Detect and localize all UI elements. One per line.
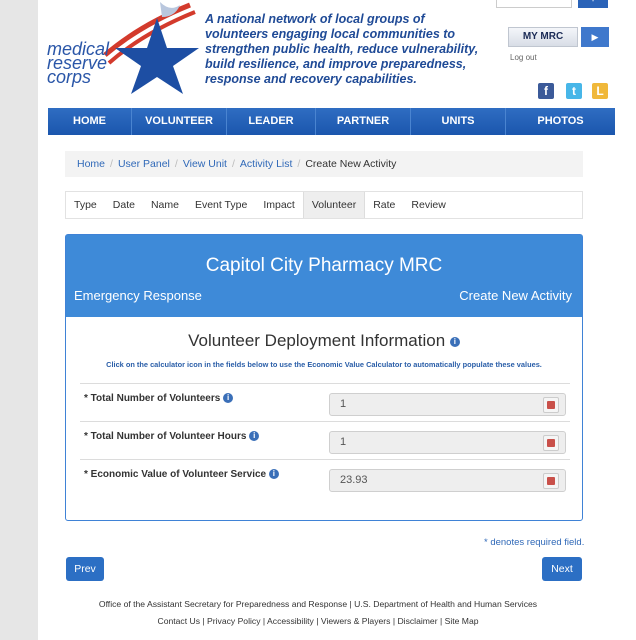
play-arrow-icon: ▶ (591, 32, 599, 42)
total-volunteers-input[interactable]: 1 (329, 393, 566, 416)
main-nav: HOME VOLUNTEER LEADER PARTNER UNITS PHOT… (48, 108, 615, 135)
breadcrumb-separator: / (174, 158, 178, 170)
info-icon[interactable]: i (223, 393, 234, 404)
prev-button[interactable]: Prev (66, 557, 104, 581)
breadcrumb-separator: / (110, 158, 113, 170)
search-icon: ⚲ (589, 0, 596, 3)
tab-volunteer[interactable]: Volunteer (302, 192, 366, 218)
calculator-icon[interactable] (543, 473, 559, 489)
breadcrumb-separator: / (231, 158, 235, 170)
nav-home[interactable]: HOME (48, 108, 132, 135)
section-title: Volunteer Deployment Information i (66, 331, 582, 351)
unit-title: Capitol City Pharmacy MRC (205, 255, 443, 276)
nav-photos[interactable]: PHOTOS (506, 108, 615, 135)
info-icon[interactable]: i (268, 469, 279, 480)
field-row-economic-value: * Economic Value of Volunteer Service i … (80, 459, 570, 499)
twitter-icon[interactable]: t (566, 83, 582, 99)
breadcrumb-activity-list[interactable]: Activity List (240, 158, 293, 170)
next-button[interactable]: Next (542, 557, 582, 581)
footer-link-privacy[interactable]: Privacy Policy (207, 616, 260, 626)
wizard-tabs: Type Date Name Event Type Impact Volunte… (65, 191, 583, 219)
calculator-icon[interactable] (543, 435, 559, 451)
economic-value-input[interactable]: 23.93 (329, 469, 566, 492)
activity-panel: Capitol City Pharmacy MRC Emergency Resp… (65, 234, 583, 521)
field-label: * Economic Value of Volunteer Service i (84, 469, 279, 480)
field-label: * Total Number of Volunteers i (84, 393, 234, 404)
breadcrumb-current: Create New Activity (305, 158, 397, 170)
footer-links: Contact Us | Privacy Policy | Accessibil… (157, 616, 479, 626)
breadcrumb-separator: / (297, 158, 301, 170)
section-instructions: Click on the calculator icon in the fiel… (106, 360, 542, 369)
field-value: 23.93 (340, 474, 368, 486)
tab-rate[interactable]: Rate (365, 192, 403, 218)
required-field-note: * denotes required field. (484, 537, 585, 548)
nav-units[interactable]: UNITS (411, 108, 506, 135)
field-label: * Total Number of Volunteer Hours i (84, 431, 260, 442)
activity-type-label: Emergency Response (74, 288, 202, 303)
footer-link-accessibility[interactable]: Accessibility (267, 616, 314, 626)
logout-link[interactable]: Log out (510, 53, 537, 62)
page-action-label: Create New Activity (459, 288, 572, 303)
field-label-text: * Total Number of Volunteer Hours (84, 431, 247, 442)
breadcrumb-home[interactable]: Home (77, 158, 105, 170)
tab-event-type[interactable]: Event Type (187, 192, 255, 218)
field-label-text: * Economic Value of Volunteer Service (84, 469, 267, 480)
tab-name[interactable]: Name (143, 192, 187, 218)
info-icon[interactable]: i (249, 431, 260, 442)
field-label-text: * Total Number of Volunteers (84, 393, 221, 404)
footer-agency-line: Office of the Assistant Secretary for Pr… (98, 599, 538, 609)
linkedin-icon[interactable]: L (592, 83, 608, 99)
breadcrumb-view-unit[interactable]: View Unit (183, 158, 227, 170)
nav-leader[interactable]: LEADER (227, 108, 316, 135)
field-row-hours: * Total Number of Volunteer Hours i 1 (80, 421, 570, 461)
facebook-icon[interactable]: f (538, 83, 554, 99)
footer-link-disclaimer[interactable]: Disclaimer (397, 616, 437, 626)
info-icon[interactable]: i (449, 336, 460, 347)
footer-link-viewers[interactable]: Viewers & Players (321, 616, 391, 626)
search-input[interactable]: Search (496, 0, 572, 8)
field-value: 1 (340, 436, 347, 448)
field-value: 1 (340, 398, 347, 410)
panel-header: Capitol City Pharmacy MRC Emergency Resp… (66, 235, 582, 317)
section-title-text: Volunteer Deployment Information (188, 331, 446, 350)
mrc-star-logo-icon (103, 2, 199, 94)
tab-date[interactable]: Date (105, 192, 143, 218)
tab-review[interactable]: Review (403, 192, 453, 218)
nav-partner[interactable]: PARTNER (316, 108, 411, 135)
nav-volunteer[interactable]: VOLUNTEER (132, 108, 227, 135)
my-mrc-arrow-button[interactable]: ▶ (581, 27, 609, 47)
footer-link-contact[interactable]: Contact Us (157, 616, 200, 626)
site-header: medical reserve corps A national network… (0, 0, 636, 105)
search-button[interactable]: ⚲ (578, 0, 608, 8)
total-hours-input[interactable]: 1 (329, 431, 566, 454)
breadcrumb-user-panel[interactable]: User Panel (118, 158, 170, 170)
logo-text[interactable]: medical reserve corps (47, 40, 109, 86)
footer-link-sitemap[interactable]: Site Map (445, 616, 479, 626)
tab-type[interactable]: Type (66, 192, 105, 218)
field-row-volunteers: * Total Number of Volunteers i 1 (80, 383, 570, 423)
calculator-icon[interactable] (543, 397, 559, 413)
my-mrc-button[interactable]: MY MRC (508, 27, 578, 47)
tagline: A national network of local groups of vo… (205, 12, 479, 86)
tab-impact[interactable]: Impact (255, 192, 303, 218)
breadcrumb: Home / User Panel / View Unit / Activity List /… (65, 151, 583, 177)
